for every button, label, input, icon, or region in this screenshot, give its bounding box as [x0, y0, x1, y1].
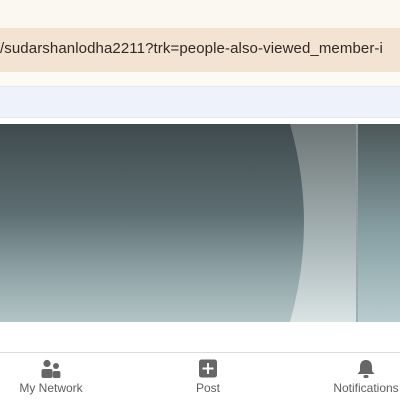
nav-notifications[interactable]: Notifications	[316, 359, 400, 395]
bell-icon	[357, 360, 375, 378]
url-text[interactable]: /sudarshanlodha2211?trk=people-also-view…	[0, 40, 383, 57]
status-strip	[0, 0, 400, 28]
bottom-navigation: My Network Post Notifications	[0, 353, 400, 400]
banner-edge-line	[356, 124, 358, 322]
profile-banner-image	[0, 124, 400, 322]
banner-arch-shape	[290, 124, 358, 322]
banner-graphic	[290, 124, 400, 322]
nav-my-network-label: My Network	[19, 381, 83, 395]
nav-post[interactable]: Post	[158, 359, 258, 395]
nav-notifications-label: Notifications	[333, 381, 399, 395]
nav-post-label: Post	[195, 381, 220, 395]
profile-header-bar	[0, 86, 400, 118]
address-bar[interactable]: /sudarshanlodha2211?trk=people-also-view…	[0, 28, 400, 72]
nav-my-network[interactable]: My Network	[1, 359, 101, 395]
page-spacer	[0, 72, 400, 86]
plus-square-icon	[199, 359, 217, 378]
people-icon	[41, 359, 61, 378]
banner-right-panel	[358, 124, 400, 322]
